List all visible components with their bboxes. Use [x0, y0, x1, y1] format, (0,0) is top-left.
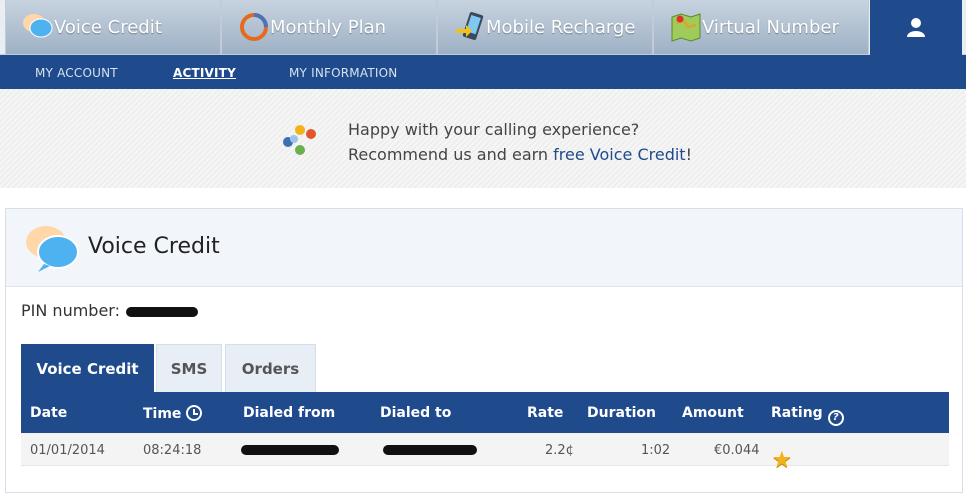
promo-line-2: Recommend us and earn free Voice Credit!: [348, 142, 692, 167]
clock-icon: [186, 405, 203, 421]
share-dots-icon: [283, 125, 316, 155]
col-rating-wrap: Rating?: [771, 405, 844, 426]
promo-line-2-prefix: Recommend us and earn: [348, 145, 554, 164]
nav-my-information[interactable]: MY INFORMATION: [289, 66, 397, 80]
star-icon[interactable]: ★: [772, 448, 793, 473]
nav-my-account[interactable]: MY ACCOUNT: [35, 66, 118, 80]
col-rating: Rating: [771, 405, 823, 421]
panel-title: Voice Credit: [88, 234, 220, 259]
col-date: Date: [30, 405, 68, 421]
cell-amount: €0.044: [714, 443, 760, 458]
tab-mobile-recharge[interactable]: Mobile Recharge: [437, 0, 653, 55]
chat-bubbles-icon: [26, 226, 79, 272]
phone-icon: [456, 11, 484, 41]
top-nav: Voice Credit Monthly Plan Mobile Recharg…: [0, 0, 966, 55]
dialed-to-redacted: [383, 445, 477, 455]
cell-duration: 1:02: [641, 443, 671, 458]
nav-activity[interactable]: ACTIVITY: [173, 66, 236, 80]
cell-time: 08:24:18: [143, 443, 202, 458]
tab-monthly-plan[interactable]: Monthly Plan: [221, 0, 437, 55]
pin-redacted: [125, 306, 198, 317]
tab-virtual-number[interactable]: Virtual Number: [653, 0, 869, 55]
col-rate: Rate: [527, 405, 564, 421]
help-icon[interactable]: ?: [827, 410, 844, 426]
chat-bubbles-icon: [23, 14, 53, 38]
col-time: Time: [143, 406, 182, 422]
tab-label: Virtual Number: [702, 16, 839, 38]
promo-text: Happy with your calling experience? Reco…: [348, 117, 692, 167]
col-amount: Amount: [682, 405, 744, 421]
col-duration: Duration: [587, 405, 657, 421]
tab-orders[interactable]: Orders: [225, 344, 316, 392]
tab-label: Monthly Plan: [270, 16, 387, 38]
pin-label: PIN number:: [21, 301, 120, 320]
ring-icon: [240, 13, 268, 41]
tab-sms[interactable]: SMS: [156, 344, 222, 392]
user-icon: [907, 18, 925, 37]
col-dialed-to: Dialed to: [380, 405, 452, 421]
col-time-wrap: Time: [143, 405, 203, 422]
panel-header: Voice Credit: [6, 209, 962, 287]
cell-rate: 2.2¢: [545, 443, 574, 458]
map-icon: [671, 13, 701, 42]
table-header: Date Time Dialed from Dialed to Rate Dur…: [21, 392, 949, 433]
account-tab[interactable]: [870, 0, 962, 55]
tab-voice-credit-history[interactable]: Voice Credit: [21, 344, 154, 392]
promo-line-1: Happy with your calling experience?: [348, 120, 640, 139]
pin-row: PIN number:: [21, 301, 198, 320]
free-voice-credit-link[interactable]: free Voice Credit: [553, 145, 685, 164]
table-row: 01/01/2014 08:24:18 2.2¢ 1:02 €0.044 ★ ★ ★…: [21, 433, 949, 473]
cell-date: 01/01/2014: [30, 443, 105, 458]
sub-nav: MY ACCOUNT ACTIVITY MY INFORMATION: [0, 55, 966, 89]
voice-credit-panel: Voice Credit PIN number: Voice Credit SM…: [5, 208, 963, 493]
tab-label: Voice Credit: [54, 16, 162, 38]
tab-label: Mobile Recharge: [486, 16, 636, 38]
promo-line-2-suffix: !: [685, 145, 692, 164]
tab-voice-credit[interactable]: Voice Credit: [5, 0, 221, 55]
dialed-from-redacted: [241, 445, 339, 455]
col-dialed-from: Dialed from: [243, 405, 336, 421]
